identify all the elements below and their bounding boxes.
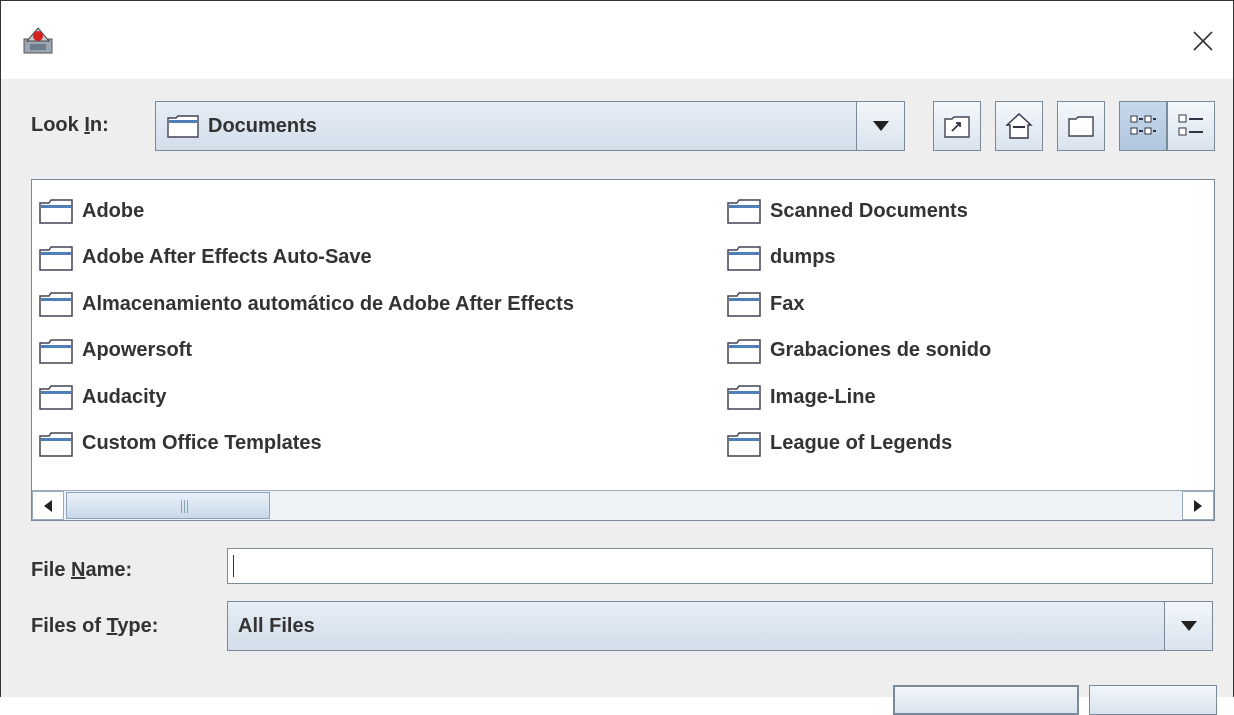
up-one-level-button[interactable]: [933, 101, 981, 151]
scroll-left-button[interactable]: [32, 491, 64, 520]
folder-icon: [727, 246, 761, 271]
close-button[interactable]: [1185, 23, 1221, 59]
close-icon: [1193, 31, 1213, 51]
file-list-item[interactable]: Grabaciones de sonido: [722, 328, 991, 375]
look-in-dropdown-arrow[interactable]: [856, 102, 904, 150]
file-list-item-label: Scanned Documents: [770, 199, 968, 222]
file-list-item-label: Adobe After Effects Auto-Save: [82, 246, 372, 269]
folder-icon: [39, 432, 73, 457]
file-list-item[interactable]: Adobe After Effects Auto-Save: [34, 235, 574, 282]
list-view-button[interactable]: [1119, 101, 1167, 151]
home-button[interactable]: [995, 101, 1043, 151]
file-list-item-label: Adobe: [82, 199, 145, 222]
file-name-input[interactable]: [228, 549, 1212, 583]
home-icon: [1005, 113, 1033, 139]
file-list-item-label: Fax: [770, 292, 805, 315]
file-list-item[interactable]: Audacity: [34, 374, 574, 421]
file-list-item-label: Almacenamiento automático de Adobe After…: [82, 292, 574, 315]
file-list-item[interactable]: League of Legends: [722, 421, 991, 468]
file-list-item-label: Audacity: [82, 385, 167, 408]
new-folder-icon: [1068, 116, 1094, 137]
text-caret: [233, 555, 234, 577]
look-in-combobox[interactable]: Documents: [155, 101, 905, 151]
folder-icon: [167, 115, 199, 138]
folder-icon: [39, 246, 73, 271]
arrow-right-icon: [1194, 499, 1202, 512]
folder-icon: [727, 385, 761, 410]
folder-icon: [727, 292, 761, 317]
create-new-folder-button[interactable]: [1057, 101, 1105, 151]
file-list-item-label: Custom Office Templates: [82, 432, 322, 455]
file-list-item[interactable]: Fax: [722, 281, 991, 328]
file-name-input-wrapper: [227, 548, 1213, 584]
file-list-item-label: Apowersoft: [82, 339, 192, 362]
file-list-column-1: Adobe Adobe After Effects Auto-Save Almace…: [34, 188, 574, 467]
file-chooser-dialog: Look In: Documents Adobe Adobe After Eff…: [0, 0, 1234, 715]
file-list-item-label: Image-Line: [770, 385, 876, 408]
file-list-item[interactable]: Image-Line: [722, 374, 991, 421]
file-list-item[interactable]: Apowersoft: [34, 328, 574, 375]
chevron-down-icon: [1180, 621, 1197, 631]
file-name-label: File Name:: [31, 559, 133, 581]
files-of-type-label: Files of Type:: [31, 615, 159, 637]
details-view-button[interactable]: [1167, 101, 1215, 151]
file-list-item-label: Grabaciones de sonido: [770, 339, 992, 362]
file-list-item[interactable]: Custom Office Templates: [34, 421, 574, 468]
list-view-icon: [1130, 115, 1156, 135]
up-folder-icon: [944, 116, 970, 138]
file-list-column-2: Scanned Documents dumps Fax Grabaciones de …: [722, 188, 991, 467]
thumb-grip-icon: [181, 500, 189, 513]
folder-icon: [727, 339, 761, 364]
look-in-value: Documents: [166, 102, 317, 150]
cancel-button[interactable]: [1089, 685, 1217, 715]
folder-icon: [39, 199, 73, 224]
file-list-item[interactable]: Adobe: [34, 188, 574, 235]
file-list-item[interactable]: Almacenamiento automático de Adobe After…: [34, 281, 574, 328]
chevron-down-icon: [872, 121, 889, 131]
details-view-icon: [1178, 114, 1203, 136]
arrow-left-icon: [44, 499, 52, 512]
file-list[interactable]: Adobe Adobe After Effects Auto-Save Almace…: [31, 179, 1215, 521]
title-bar: [1, 1, 1233, 79]
file-list-item-label: dumps: [770, 246, 836, 269]
file-list-item[interactable]: Scanned Documents: [722, 188, 991, 235]
folder-icon: [39, 339, 73, 364]
scrollbar-thumb[interactable]: [66, 492, 270, 519]
folder-icon: [727, 432, 761, 457]
file-list-item-label: League of Legends: [770, 432, 953, 455]
folder-icon: [39, 385, 73, 410]
scroll-right-button[interactable]: [1182, 491, 1214, 520]
folder-icon: [727, 199, 761, 224]
file-list-item[interactable]: dumps: [722, 235, 991, 282]
folder-icon: [39, 292, 73, 317]
java-app-icon: [23, 27, 53, 54]
files-of-type-value: All Files: [238, 614, 315, 637]
horizontal-scrollbar[interactable]: [32, 490, 1214, 520]
approve-button[interactable]: [893, 685, 1079, 715]
look-in-label: Look In:: [31, 114, 109, 136]
files-of-type-dropdown-arrow[interactable]: [1164, 602, 1212, 650]
files-of-type-combobox[interactable]: All Files: [227, 601, 1213, 651]
